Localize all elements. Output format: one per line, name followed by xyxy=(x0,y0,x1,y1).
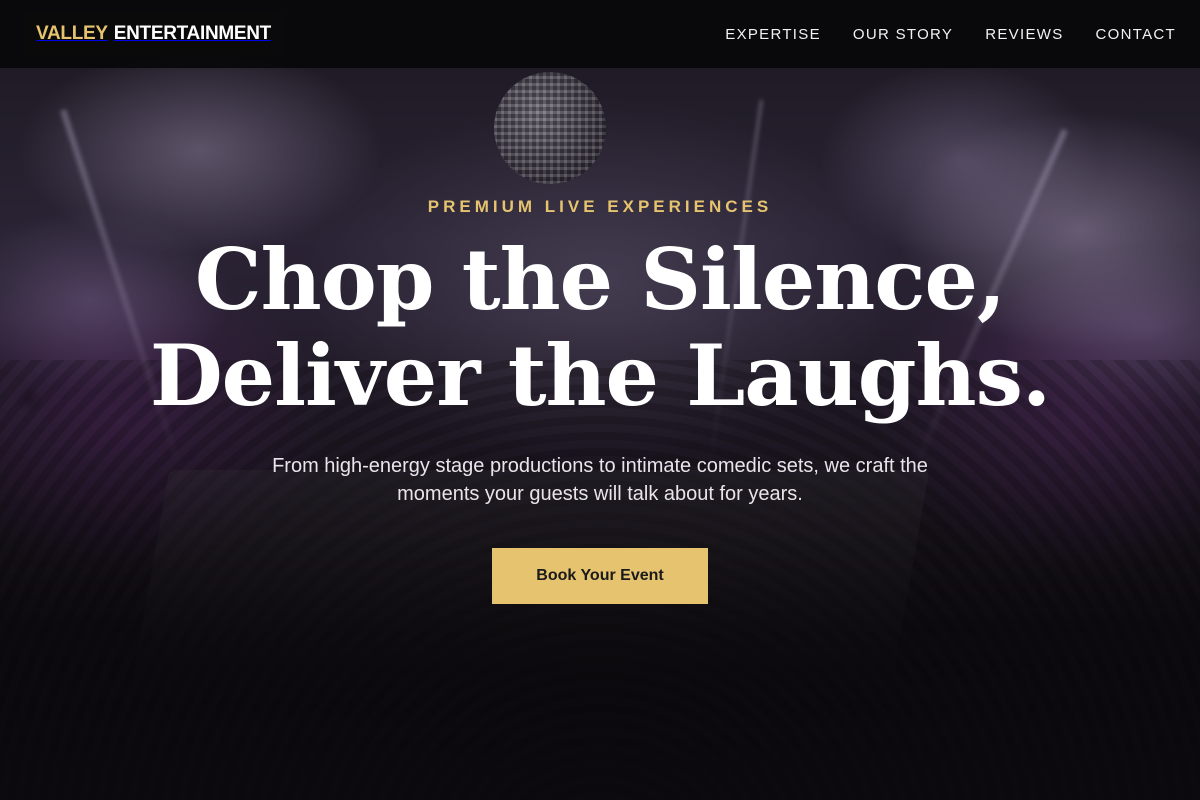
page: VALLEY ENTERTAINMENT EXPERTISE OUR STORY… xyxy=(0,0,1200,800)
hero-headline-line-2: Deliver the Laughs. xyxy=(149,326,1051,425)
brand-logo-main: ENTERTAINMENT xyxy=(113,23,272,44)
hero-subtext: From high-energy stage productions to in… xyxy=(272,455,928,505)
brand-logo-accent: VALLEY xyxy=(36,23,108,44)
book-event-button[interactable]: Book Your Event xyxy=(492,548,708,604)
brand-logo[interactable]: VALLEY ENTERTAINMENT xyxy=(24,12,283,56)
nav-item-our-story[interactable]: OUR STORY xyxy=(853,26,953,43)
hero-eyebrow: PREMIUM LIVE EXPERIENCES xyxy=(427,197,773,216)
nav-item-contact[interactable]: CONTACT xyxy=(1096,26,1176,43)
nav-item-expertise[interactable]: EXPERTISE xyxy=(725,26,821,43)
site-header: VALLEY ENTERTAINMENT EXPERTISE OUR STORY… xyxy=(0,0,1200,68)
hero-headline-line-1: Chop the Silence, xyxy=(194,230,1006,329)
hero-section: PREMIUM LIVE EXPERIENCES Chop the Silenc… xyxy=(0,0,1200,800)
main-nav: EXPERTISE OUR STORY REVIEWS CONTACT xyxy=(725,0,1176,68)
nav-item-reviews[interactable]: REVIEWS xyxy=(985,26,1063,43)
hero-headline: Chop the Silence, Deliver the Laughs. xyxy=(0,232,1200,424)
